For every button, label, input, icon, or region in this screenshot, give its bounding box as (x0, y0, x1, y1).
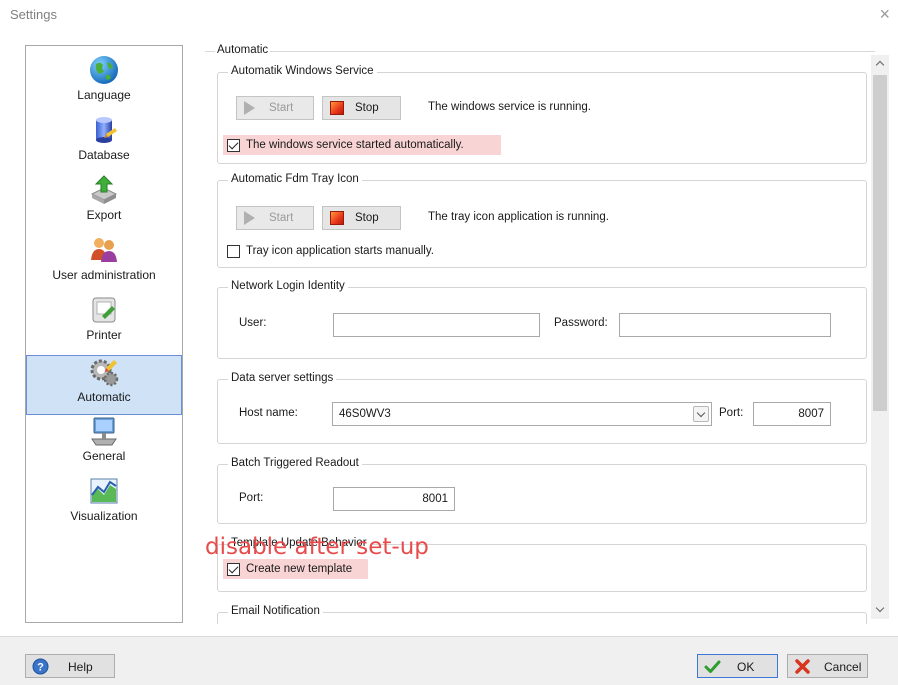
nav-label-language: Language (77, 88, 131, 102)
service-status-text: The windows service is running. (428, 101, 591, 113)
printer-icon (92, 297, 116, 323)
title-bar: Settings × (0, 0, 898, 30)
scroll-down-arrow-icon[interactable] (871, 601, 889, 619)
globe-icon (90, 56, 118, 84)
play-icon (244, 211, 258, 225)
service-auto-start-label: The windows service started automaticall… (246, 139, 464, 151)
batch-readout-group-title: Batch Triggered Readout (228, 457, 362, 469)
nav-label-user-administration: User administration (52, 268, 156, 282)
annotation-text: disable after set-up (205, 534, 429, 560)
section-divider (205, 51, 875, 52)
help-label: Help (68, 660, 93, 674)
nav-label-automatic: Automatic (77, 390, 131, 404)
windows-service-group-title: Automatik Windows Service (228, 65, 377, 77)
export-icon (90, 175, 118, 204)
host-name-dropdown[interactable]: 46S0WV3 (332, 402, 712, 426)
host-name-value: 46S0WV3 (339, 408, 391, 420)
email-notification-group: Email Notification (217, 605, 867, 624)
nav-item-visualization[interactable]: Visualization (26, 475, 182, 535)
tray-stop-button[interactable]: Stop (322, 206, 401, 230)
service-stop-label: Stop (355, 102, 379, 114)
chart-icon (90, 478, 118, 504)
window-title: Settings (10, 7, 57, 22)
cancel-x-icon (795, 659, 810, 674)
ok-label: OK (737, 660, 755, 674)
batch-readout-group: Batch Triggered Readout Port: (217, 457, 867, 524)
nav-item-user-administration[interactable]: User administration (26, 234, 182, 294)
nav-item-general[interactable]: General (26, 415, 182, 475)
nav-label-general: General (82, 449, 126, 463)
tray-manual-start-checkbox[interactable]: Tray icon application starts manually. (223, 241, 483, 261)
tray-manual-start-label: Tray icon application starts manually. (246, 245, 434, 257)
scrollbar-thumb[interactable] (873, 75, 887, 411)
nav-item-language[interactable]: Language (26, 54, 182, 114)
network-login-group-title: Network Login Identity (228, 280, 348, 292)
tray-status-text: The tray icon application is running. (428, 211, 609, 223)
server-port-input[interactable] (753, 402, 831, 426)
tray-start-label: Start (269, 212, 294, 224)
nav-item-database[interactable]: Database (26, 114, 182, 174)
svg-text:?: ? (37, 662, 44, 674)
stop-icon (330, 211, 344, 225)
user-label: User: (239, 317, 267, 329)
server-port-label: Port: (719, 407, 744, 419)
data-server-group: Data server settings Host name: 46S0WV3 … (217, 372, 867, 444)
stop-icon (330, 101, 344, 115)
cancel-label: Cancel (824, 660, 862, 674)
service-start-label: Start (269, 102, 294, 114)
network-login-group: Network Login Identity User: Password: (217, 280, 867, 359)
play-icon (244, 101, 258, 115)
password-label: Password: (554, 317, 608, 329)
nav-item-automatic[interactable]: Automatic (26, 355, 182, 415)
gears-icon (90, 359, 119, 387)
ok-button[interactable]: OK (697, 654, 778, 678)
nav-label-database: Database (78, 148, 130, 162)
tray-icon-group: Automatic Fdm Tray Icon Start Stop The t… (217, 173, 867, 268)
service-auto-start-checkbox[interactable]: The windows service started automaticall… (223, 135, 501, 155)
data-server-group-title: Data server settings (228, 372, 337, 384)
host-name-label: Host name: (239, 407, 298, 419)
service-start-button[interactable]: Start (236, 96, 314, 120)
vertical-scrollbar[interactable] (871, 55, 889, 619)
windows-service-group: Automatik Windows Service Start Stop The… (217, 65, 867, 164)
email-notification-group-title: Email Notification (228, 605, 323, 617)
checkbox-checked-icon (227, 562, 240, 576)
checkmark-icon (704, 660, 721, 673)
tray-icon-group-title: Automatic Fdm Tray Icon (228, 173, 362, 185)
nav-label-export: Export (86, 208, 122, 222)
nav-item-export[interactable]: Export (26, 174, 182, 234)
nav-label-printer: Printer (86, 328, 122, 342)
help-icon: ? (32, 658, 49, 675)
nav-item-printer[interactable]: Printer (26, 294, 182, 354)
chevron-down-icon[interactable] (693, 406, 709, 422)
checkbox-checked-icon (227, 138, 240, 152)
batch-port-input[interactable] (333, 487, 455, 511)
create-template-label: Create new template (246, 563, 353, 575)
close-icon[interactable]: × (879, 5, 890, 23)
scroll-up-arrow-icon[interactable] (871, 55, 889, 73)
computer-icon (91, 417, 117, 446)
settings-nav-panel: Language Database Export User administra… (25, 45, 183, 623)
nav-label-visualization: Visualization (70, 509, 138, 523)
cancel-button[interactable]: Cancel (787, 654, 868, 678)
service-stop-button[interactable]: Stop (322, 96, 401, 120)
create-template-checkbox[interactable]: Create new template (223, 559, 368, 579)
checkbox-unchecked-icon (227, 244, 240, 258)
batch-port-label: Port: (239, 492, 264, 504)
tray-start-button[interactable]: Start (236, 206, 314, 230)
user-input[interactable] (333, 313, 540, 337)
section-title: Automatic (215, 44, 271, 56)
database-icon (96, 117, 117, 143)
users-icon (91, 238, 117, 262)
password-input[interactable] (619, 313, 831, 337)
help-button[interactable]: ? Help (25, 654, 115, 678)
tray-stop-label: Stop (355, 212, 379, 224)
